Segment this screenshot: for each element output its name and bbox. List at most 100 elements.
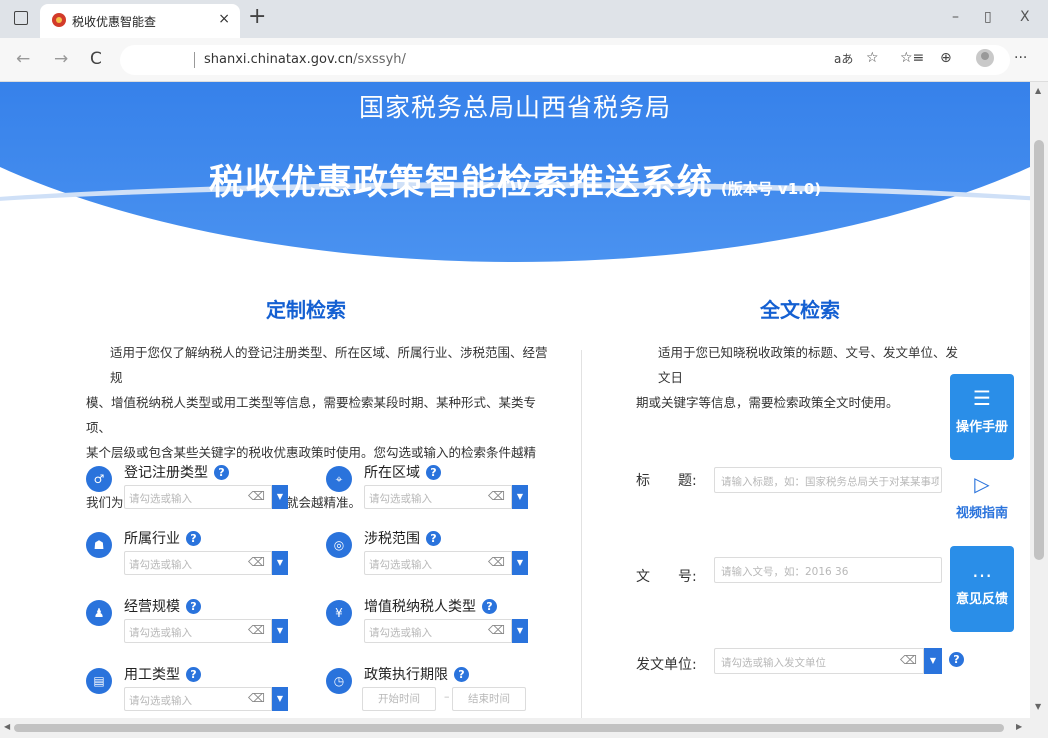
dropdown-arrow-icon[interactable]: ▼	[272, 687, 288, 711]
employment-type-icon: ▤	[86, 668, 112, 694]
field-label: 政策执行期限?	[364, 664, 469, 684]
dropdown-arrow-icon[interactable]: ▼	[512, 551, 528, 575]
registration-type-input[interactable]: 请勾选或输入 ⌫	[124, 485, 272, 509]
refresh-icon[interactable]: C	[90, 49, 102, 69]
read-aloud-icon[interactable]: aあ	[834, 50, 853, 67]
clear-icon[interactable]: ⌫	[248, 555, 265, 569]
employment-type-input[interactable]: 请勾选或输入 ⌫	[124, 687, 272, 711]
favorite-icon[interactable]: ☆	[866, 50, 879, 66]
horizontal-scrollbar[interactable]: ◀ ▶	[0, 718, 1030, 738]
vertical-scroll-thumb[interactable]	[1034, 140, 1044, 560]
scroll-down-icon[interactable]: ▼	[1035, 702, 1041, 711]
clear-icon[interactable]: ⌫	[248, 623, 265, 637]
tax-scope-label: 涉税范围	[364, 531, 420, 547]
clear-icon[interactable]: ⌫	[488, 623, 505, 637]
close-window-icon[interactable]: X	[1020, 9, 1030, 25]
field-business-scale: ♟ 经营规模? 请勾选或输入 ⌫ ▼	[86, 596, 296, 656]
input-placeholder: 请勾选或输入	[129, 695, 192, 707]
field-label: 登记注册类型?	[124, 462, 229, 482]
vat-payer-type-input[interactable]: 请勾选或输入 ⌫	[364, 619, 512, 643]
help-icon[interactable]: ?	[186, 531, 201, 546]
help-icon[interactable]: ?	[186, 667, 201, 682]
employment-type-label: 用工类型	[124, 667, 180, 683]
scroll-right-icon[interactable]: ▶	[1016, 722, 1022, 731]
business-scale-input[interactable]: 请勾选或输入 ⌫	[124, 619, 272, 643]
video-guide-button[interactable]: ▷ 视频指南	[950, 460, 1014, 546]
address-bar-row: ← → C shanxi.chinatax.gov.cn/sxssyh/ aあ …	[0, 38, 1048, 82]
minimize-icon[interactable]: –	[952, 9, 959, 25]
vat-payer-type-label: 增值税纳税人类型	[364, 599, 476, 615]
help-icon[interactable]: ?	[186, 599, 201, 614]
forward-icon[interactable]: →	[54, 49, 68, 69]
video-guide-label: 视频指南	[955, 506, 1008, 521]
dropdown-arrow-icon[interactable]: ▼	[272, 551, 288, 575]
feedback-button[interactable]: … 意见反馈	[950, 546, 1014, 632]
field-tax-scope: ◎ 涉税范围? 请勾选或输入 ⌫ ▼	[326, 528, 536, 588]
region-icon: ⌖	[326, 466, 352, 492]
help-icon[interactable]: ?	[426, 531, 441, 546]
dropdown-arrow-icon[interactable]: ▼	[512, 485, 528, 509]
registration-type-label: 登记注册类型	[124, 465, 208, 481]
clear-icon[interactable]: ⌫	[488, 555, 505, 569]
region-input[interactable]: 请勾选或输入 ⌫	[364, 485, 512, 509]
user-manual-button[interactable]: ☰ 操作手册	[950, 374, 1014, 460]
help-icon[interactable]: ?	[214, 465, 229, 480]
field-vat-payer-type: ¥ 增值税纳税人类型? 请勾选或输入 ⌫ ▼	[326, 596, 536, 656]
docno-field-label: 文 号:	[636, 569, 697, 585]
feedback-icon: …	[972, 558, 992, 582]
scroll-left-icon[interactable]: ◀	[4, 722, 10, 731]
vertical-scrollbar[interactable]: ▲ ▼	[1030, 82, 1048, 718]
restore-icon[interactable]: ▯	[984, 9, 992, 25]
field-label: 经营规模?	[124, 596, 201, 616]
organization-name: 国家税务总局山西省税务局	[358, 93, 671, 122]
field-industry: ☗ 所属行业? 请勾选或输入 ⌫ ▼	[86, 528, 296, 588]
industry-icon: ☗	[86, 532, 112, 558]
help-icon[interactable]: ?	[949, 652, 964, 667]
input-placeholder: 请勾选或输入	[369, 559, 432, 571]
fulltext-desc-line: 适用于您已知晓税收政策的标题、文号、发文单位、发文日	[658, 345, 959, 385]
input-placeholder: 请勾选或输入	[129, 627, 192, 639]
dropdown-arrow-icon[interactable]: ▼	[924, 648, 942, 674]
field-region: ⌖ 所在区域? 请勾选或输入 ⌫ ▼	[326, 462, 536, 522]
fulltext-desc-line: 期或关键字等信息，需要检索政策全文时使用。	[636, 395, 899, 410]
docno-input[interactable]: 请输入文号，如：2016 36	[714, 557, 942, 583]
url-text: shanxi.chinatax.gov.cn/sxssyh/	[204, 52, 406, 67]
favorites-list-icon[interactable]: ☆≡	[900, 50, 924, 66]
scroll-up-icon[interactable]: ▲	[1035, 86, 1041, 95]
title-input[interactable]: 请输入标题，如：国家税务总局关于对某某事项的	[714, 467, 942, 493]
dropdown-arrow-icon[interactable]: ▼	[512, 619, 528, 643]
back-icon[interactable]: ←	[16, 49, 30, 69]
business-scale-label: 经营规模	[124, 599, 180, 615]
custom-desc-line: 适用于您仅了解纳税人的登记注册类型、所在区域、所属行业、涉税范围、经营规	[110, 345, 548, 385]
browser-tab[interactable]: 税收优惠智能查 ×	[40, 4, 240, 38]
hero-banner: 国家税务总局山西省税务局 税收优惠政策智能检索推送系统 (版本号 v1.0)	[0, 82, 1030, 272]
more-icon[interactable]: ···	[1014, 50, 1027, 66]
field-employment-type: ▤ 用工类型? 请勾选或输入 ⌫ ▼	[86, 664, 296, 718]
tab-actions-icon[interactable]	[14, 11, 28, 25]
clear-icon[interactable]: ⌫	[248, 691, 265, 705]
help-icon[interactable]: ?	[454, 667, 469, 682]
end-date-input[interactable]: 结束时间	[452, 687, 526, 711]
clear-icon[interactable]: ⌫	[488, 489, 505, 503]
dropdown-arrow-icon[interactable]: ▼	[272, 619, 288, 643]
field-label: 所在区域?	[364, 462, 441, 482]
help-icon[interactable]: ?	[426, 465, 441, 480]
industry-input[interactable]: 请勾选或输入 ⌫	[124, 551, 272, 575]
collections-icon[interactable]: ⊕	[940, 50, 952, 66]
input-placeholder: 请勾选或输入	[129, 559, 192, 571]
clear-icon[interactable]: ⌫	[900, 653, 917, 667]
clear-icon[interactable]: ⌫	[248, 489, 265, 503]
new-tab-icon[interactable]: +	[248, 6, 266, 28]
fulltext-search-title: 全文检索	[760, 298, 840, 322]
unit-input[interactable]: 请勾选或输入发文单位 ⌫	[714, 648, 924, 674]
tab-close-icon[interactable]: ×	[218, 11, 230, 27]
horizontal-scroll-thumb[interactable]	[14, 724, 1004, 732]
help-icon[interactable]: ?	[482, 599, 497, 614]
column-divider	[581, 350, 582, 718]
video-icon: ▷	[974, 472, 990, 496]
dropdown-arrow-icon[interactable]: ▼	[272, 485, 288, 509]
start-date-input[interactable]: 开始时间	[362, 687, 436, 711]
version-label: (版本号 v1.0)	[720, 180, 822, 198]
profile-avatar[interactable]	[976, 49, 994, 67]
tax-scope-input[interactable]: 请勾选或输入 ⌫	[364, 551, 512, 575]
